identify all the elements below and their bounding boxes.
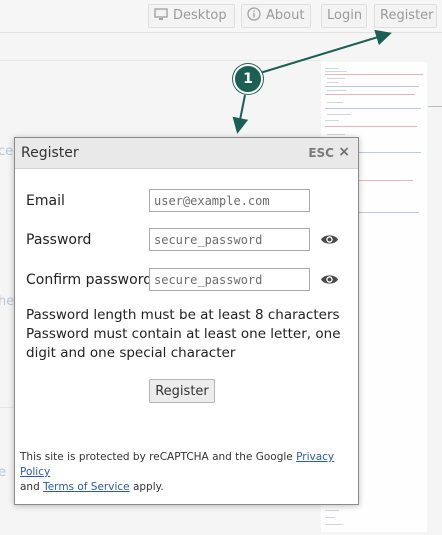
register-nav-button[interactable]: Register bbox=[374, 4, 437, 28]
recaptcha-notice: This site is protected by reCAPTCHA and … bbox=[20, 450, 350, 495]
dialog-header: Register ESC × bbox=[15, 138, 358, 169]
confirm-password-label: Confirm password bbox=[26, 272, 153, 288]
about-label: About bbox=[266, 8, 305, 23]
app-page: Desktop About Login Register ce he e 1 R… bbox=[0, 0, 442, 535]
scroll-marker bbox=[428, 106, 442, 107]
email-label: Email bbox=[26, 193, 65, 209]
background-text-fragment: e bbox=[0, 465, 6, 480]
about-button[interactable]: About bbox=[241, 4, 311, 28]
arrow-to-dialog bbox=[232, 94, 249, 134]
confirm-password-field[interactable] bbox=[149, 268, 310, 291]
close-icon[interactable]: × bbox=[338, 144, 350, 160]
show-confirm-password-eye-icon[interactable] bbox=[320, 273, 339, 286]
dialog-title: Register bbox=[21, 145, 79, 161]
background-text-fragment: he bbox=[0, 294, 15, 309]
password-label: Password bbox=[26, 232, 92, 248]
password-field[interactable] bbox=[149, 228, 310, 251]
register-dialog: Register ESC × Email Password Confirm pa… bbox=[14, 137, 359, 505]
esc-hint: ESC bbox=[308, 146, 334, 160]
top-navbar: Desktop About Login Register bbox=[0, 0, 442, 33]
desktop-button[interactable]: Desktop bbox=[148, 4, 235, 28]
hint-length: Password length must be at least 8 chara… bbox=[26, 307, 340, 323]
recaptcha-prefix: This site is protected by reCAPTCHA and … bbox=[20, 451, 297, 463]
tour-step-badge: 1 bbox=[233, 64, 263, 94]
background-text-fragment: ce bbox=[0, 144, 14, 159]
monitor-icon bbox=[154, 7, 168, 29]
password-requirements: Password length must be at least 8 chara… bbox=[26, 306, 356, 363]
info-icon bbox=[247, 7, 261, 29]
recaptcha-and: and bbox=[20, 481, 44, 493]
terms-of-service-link[interactable]: Terms of Service bbox=[43, 481, 130, 493]
recaptcha-suffix: apply. bbox=[129, 481, 164, 493]
hint-content: Password must contain at least one lette… bbox=[26, 326, 341, 361]
email-field[interactable] bbox=[149, 189, 310, 212]
show-password-eye-icon[interactable] bbox=[320, 233, 339, 246]
register-submit-button[interactable]: Register bbox=[149, 379, 215, 403]
background-divider bbox=[0, 407, 14, 408]
login-button[interactable]: Login bbox=[321, 4, 367, 28]
background-divider bbox=[0, 60, 320, 61]
desktop-label: Desktop bbox=[173, 8, 227, 23]
